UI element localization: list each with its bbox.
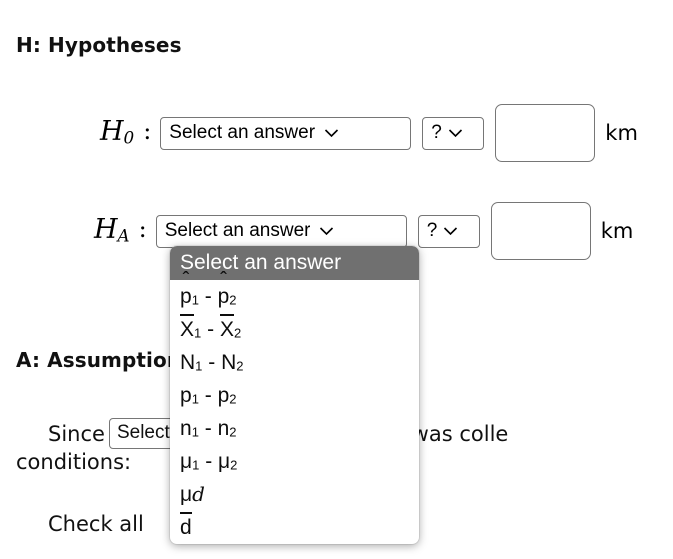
alternative-unit-label: km [600, 219, 634, 243]
null-hypothesis-row: H0 : Select an answer ? km [100, 104, 638, 162]
dropdown-option-mu1-mu2[interactable]: μ1 - μ2 [170, 445, 419, 478]
page-root: H: Hypotheses H0 : Select an answer ? km… [0, 0, 673, 559]
mu-d-italic-d: d [192, 482, 205, 506]
null-sign-select[interactable]: ? [422, 116, 485, 150]
alternative-sign-select[interactable]: ? [417, 214, 480, 248]
null-sign-select-value: ? [431, 122, 442, 143]
alternative-parameter-select[interactable]: Select an answer [155, 214, 407, 248]
check-all-text: Check all [48, 512, 144, 536]
phat2-glyph: p̂ [217, 285, 230, 308]
dropdown-option-p1-p2[interactable]: p1 - p2 [170, 379, 419, 412]
alternative-value-input[interactable] [490, 202, 591, 260]
null-parameter-select-value: Select an answer [169, 122, 316, 143]
chevron-down-icon [443, 226, 458, 236]
dropdown-option-dbar[interactable]: d [170, 511, 419, 544]
alternative-hypothesis-h: H [94, 213, 118, 245]
dropdown-option-select-an-answer[interactable]: Select an answer [170, 246, 419, 280]
null-hypothesis-h: H [100, 115, 124, 147]
dropdown-option-n1-n2-upper[interactable]: N1 - N2 [170, 346, 419, 379]
dropdown-option-xbar1-xbar2[interactable]: X1 - X2 [170, 313, 419, 346]
phat1-glyph: p̂ [180, 285, 192, 308]
alternative-sign-select-value: ? [426, 220, 438, 241]
null-hypothesis-colon: : [143, 117, 152, 145]
null-hypothesis-label: H0 [100, 118, 134, 146]
alternative-hypothesis-colon: : [138, 215, 147, 243]
page-title-assumptions: A: Assumptions [16, 348, 194, 372]
dropdown-option-n1-n2-lower[interactable]: n1 - n2 [170, 412, 419, 445]
alternative-hypothesis-label: HA [94, 216, 130, 244]
since-text: Since [48, 422, 105, 446]
parameter-dropdown-list[interactable]: Select an answer p̂1 - p̂2 X1 - X2 N1 - … [170, 246, 419, 544]
alternative-parameter-select-value: Select an answer [164, 220, 311, 241]
page-title-hypotheses: H: Hypotheses [16, 33, 182, 57]
chevron-down-icon [448, 128, 463, 138]
xbar2-glyph: X [219, 313, 234, 346]
dropdown-option-phat1-phat2[interactable]: p̂1 - p̂2 [170, 280, 419, 313]
null-unit-label: km [605, 121, 638, 145]
dbar-glyph: d [180, 511, 192, 544]
chevron-down-icon [319, 226, 334, 236]
null-parameter-select[interactable]: Select an answer [160, 116, 412, 150]
conditions-label: conditions: [16, 450, 132, 474]
null-value-input[interactable] [495, 104, 596, 162]
null-hypothesis-subscript: 0 [123, 127, 135, 148]
xbar1-glyph: X [180, 313, 195, 346]
alternative-hypothesis-subscript: A [117, 225, 130, 246]
chevron-down-icon [324, 128, 339, 138]
dropdown-option-mu-d[interactable]: μd [170, 478, 419, 511]
